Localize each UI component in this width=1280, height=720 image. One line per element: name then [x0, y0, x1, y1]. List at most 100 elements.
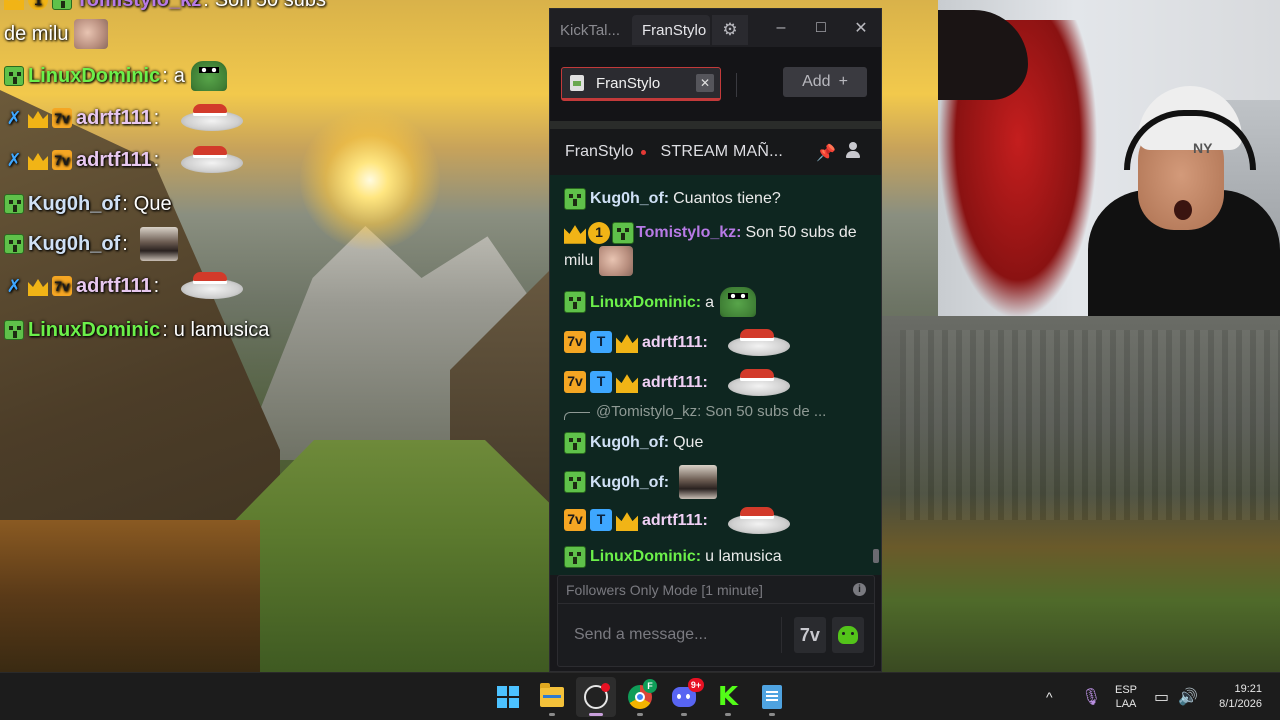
person-emote[interactable]: [679, 465, 718, 499]
tab-kicktalk[interactable]: KickTal...: [550, 15, 632, 45]
kick-emote-button[interactable]: [831, 617, 864, 653]
chat-message[interactable]: Kug0h_of: Cuantos tiene?: [564, 185, 781, 212]
network-icon[interactable]: ▭: [1154, 673, 1169, 720]
kick-badge-icon[interactable]: 7v: [564, 509, 586, 531]
chat-message[interactable]: Kug0h_of: Que: [564, 429, 703, 456]
obs-app[interactable]: [576, 677, 616, 717]
chat-username[interactable]: Kug0h_of:: [590, 469, 669, 496]
notepad-app[interactable]: [752, 677, 792, 717]
info-icon[interactable]: i: [853, 583, 866, 596]
kick-badge-icon[interactable]: 7v: [564, 371, 586, 393]
7tv-emote-button[interactable]: 7v: [793, 617, 826, 653]
crown-badge-icon[interactable]: [564, 225, 586, 244]
crown-badge-icon[interactable]: [616, 334, 638, 353]
cat-emote[interactable]: [171, 270, 267, 302]
overlay-username: LinuxDominic: [28, 318, 161, 341]
chat-username[interactable]: Kug0h_of:: [590, 185, 669, 212]
channel-chip-franstylo[interactable]: FranStylo ✕: [561, 67, 721, 101]
creeper-badge-icon[interactable]: [52, 0, 72, 10]
close-button[interactable]: ✕: [841, 9, 881, 47]
person-emote[interactable]: [139, 227, 178, 261]
kick-badge-icon[interactable]: 7v: [52, 276, 72, 296]
kick-app[interactable]: K: [708, 677, 748, 717]
crown-badge-icon[interactable]: [616, 374, 638, 393]
followers-mode-text: Followers Only Mode [1 minute]: [566, 581, 763, 598]
chat-username[interactable]: adrtf111:: [642, 507, 708, 534]
creeper-badge-icon[interactable]: [4, 194, 24, 214]
channel-image-icon: [570, 75, 584, 91]
crown-badge-icon[interactable]: [28, 279, 48, 296]
chrome-app[interactable]: F: [620, 677, 660, 717]
creeper-badge-icon[interactable]: [564, 545, 586, 568]
creeper-badge-icon[interactable]: [4, 66, 24, 86]
dog-emote[interactable]: [74, 19, 109, 49]
language-indicator[interactable]: ESP LAA: [1112, 673, 1140, 720]
chat-username[interactable]: LinuxDominic:: [590, 543, 701, 570]
cat-emote[interactable]: [171, 102, 267, 134]
creeper-badge-icon[interactable]: [564, 291, 586, 313]
chat-message[interactable]: 7v Tadrtf111:: [564, 505, 814, 535]
add-label: Add: [802, 73, 831, 90]
one-badge-icon[interactable]: 1: [588, 221, 610, 244]
chat-username[interactable]: Tomistylo_kz:: [636, 224, 742, 241]
microphone-icon[interactable]: 🎙: [1081, 673, 1101, 720]
creeper-badge-icon[interactable]: [564, 431, 586, 454]
chat-username[interactable]: adrtf111:: [642, 329, 708, 356]
kick-badge-icon[interactable]: 7v: [564, 331, 586, 353]
stream-channel-name[interactable]: FranStylo: [565, 143, 633, 161]
hammer-badge-icon[interactable]: T: [590, 509, 612, 531]
cat-emote[interactable]: [171, 144, 267, 176]
tab-franstylo[interactable]: FranStylo: [632, 15, 710, 45]
sword-badge-icon[interactable]: ✗: [4, 276, 24, 296]
creeper-badge-icon[interactable]: [612, 221, 634, 244]
creeper-badge-icon[interactable]: [564, 187, 586, 210]
message-input[interactable]: [566, 626, 781, 644]
chat-message[interactable]: 1 Tomistylo_kz: Son 50 subs de milu: [564, 219, 864, 276]
overlay-separator: :: [162, 318, 168, 341]
sword-badge-icon[interactable]: ✗: [4, 108, 24, 128]
settings-gear-icon[interactable]: ⚙: [712, 15, 748, 45]
kick-badge-icon[interactable]: 7v: [52, 108, 72, 128]
hammer-badge-icon[interactable]: T: [590, 331, 612, 353]
chat-scrollbar[interactable]: [873, 549, 879, 563]
creeper-badge-icon[interactable]: [4, 234, 24, 254]
file-explorer-app[interactable]: [532, 677, 572, 717]
chat-message[interactable]: 7v Tadrtf111:: [564, 327, 814, 357]
creeper-badge-icon[interactable]: [564, 471, 586, 493]
creeper-badge-icon[interactable]: [4, 320, 24, 340]
kick-badge-icon[interactable]: 7v: [52, 150, 72, 170]
volume-icon[interactable]: 🔊: [1178, 673, 1198, 720]
dog-emote[interactable]: [599, 246, 634, 276]
chat-username[interactable]: LinuxDominic:: [590, 289, 701, 316]
cat-emote[interactable]: [718, 327, 814, 357]
clock[interactable]: 19:21 8/1/2026: [1204, 673, 1262, 720]
start-button[interactable]: [488, 677, 528, 717]
pepe-emote[interactable]: [720, 287, 757, 317]
one-badge-icon[interactable]: 1: [28, 0, 48, 10]
overlay-separator: :: [122, 232, 128, 255]
chat-message[interactable]: LinuxDominic: u lamusica: [564, 543, 782, 570]
pepe-emote[interactable]: [190, 61, 227, 91]
chat-username[interactable]: Kug0h_of:: [590, 429, 669, 456]
pin-icon[interactable]: 📌: [816, 143, 836, 163]
hammer-badge-icon[interactable]: T: [590, 371, 612, 393]
crown-badge-icon[interactable]: [28, 153, 48, 170]
chat-message[interactable]: LinuxDominic: a: [564, 287, 757, 317]
hidden-icons-chevron-icon[interactable]: ^: [1046, 673, 1053, 720]
channel-chip-close-icon[interactable]: ✕: [696, 74, 714, 92]
sword-badge-icon[interactable]: ✗: [4, 150, 24, 170]
crown-badge-icon[interactable]: [28, 111, 48, 128]
cat-emote[interactable]: [718, 505, 814, 535]
cat-emote[interactable]: [718, 367, 814, 397]
maximize-button[interactable]: □: [801, 9, 841, 47]
chat-message[interactable]: Kug0h_of:: [564, 465, 718, 499]
crown-badge-icon[interactable]: [4, 0, 24, 10]
crown-badge-icon[interactable]: [616, 512, 638, 531]
discord-app[interactable]: 9+: [664, 677, 704, 717]
user-icon[interactable]: [844, 141, 862, 159]
add-channel-button[interactable]: Add +: [783, 67, 867, 97]
chat-username[interactable]: adrtf111:: [642, 369, 708, 396]
chat-message[interactable]: 7v Tadrtf111:: [564, 367, 814, 397]
minimize-button[interactable]: –: [761, 9, 801, 47]
reply-preview[interactable]: @Tomistylo_kz: Son 50 subs de ...: [564, 403, 826, 420]
